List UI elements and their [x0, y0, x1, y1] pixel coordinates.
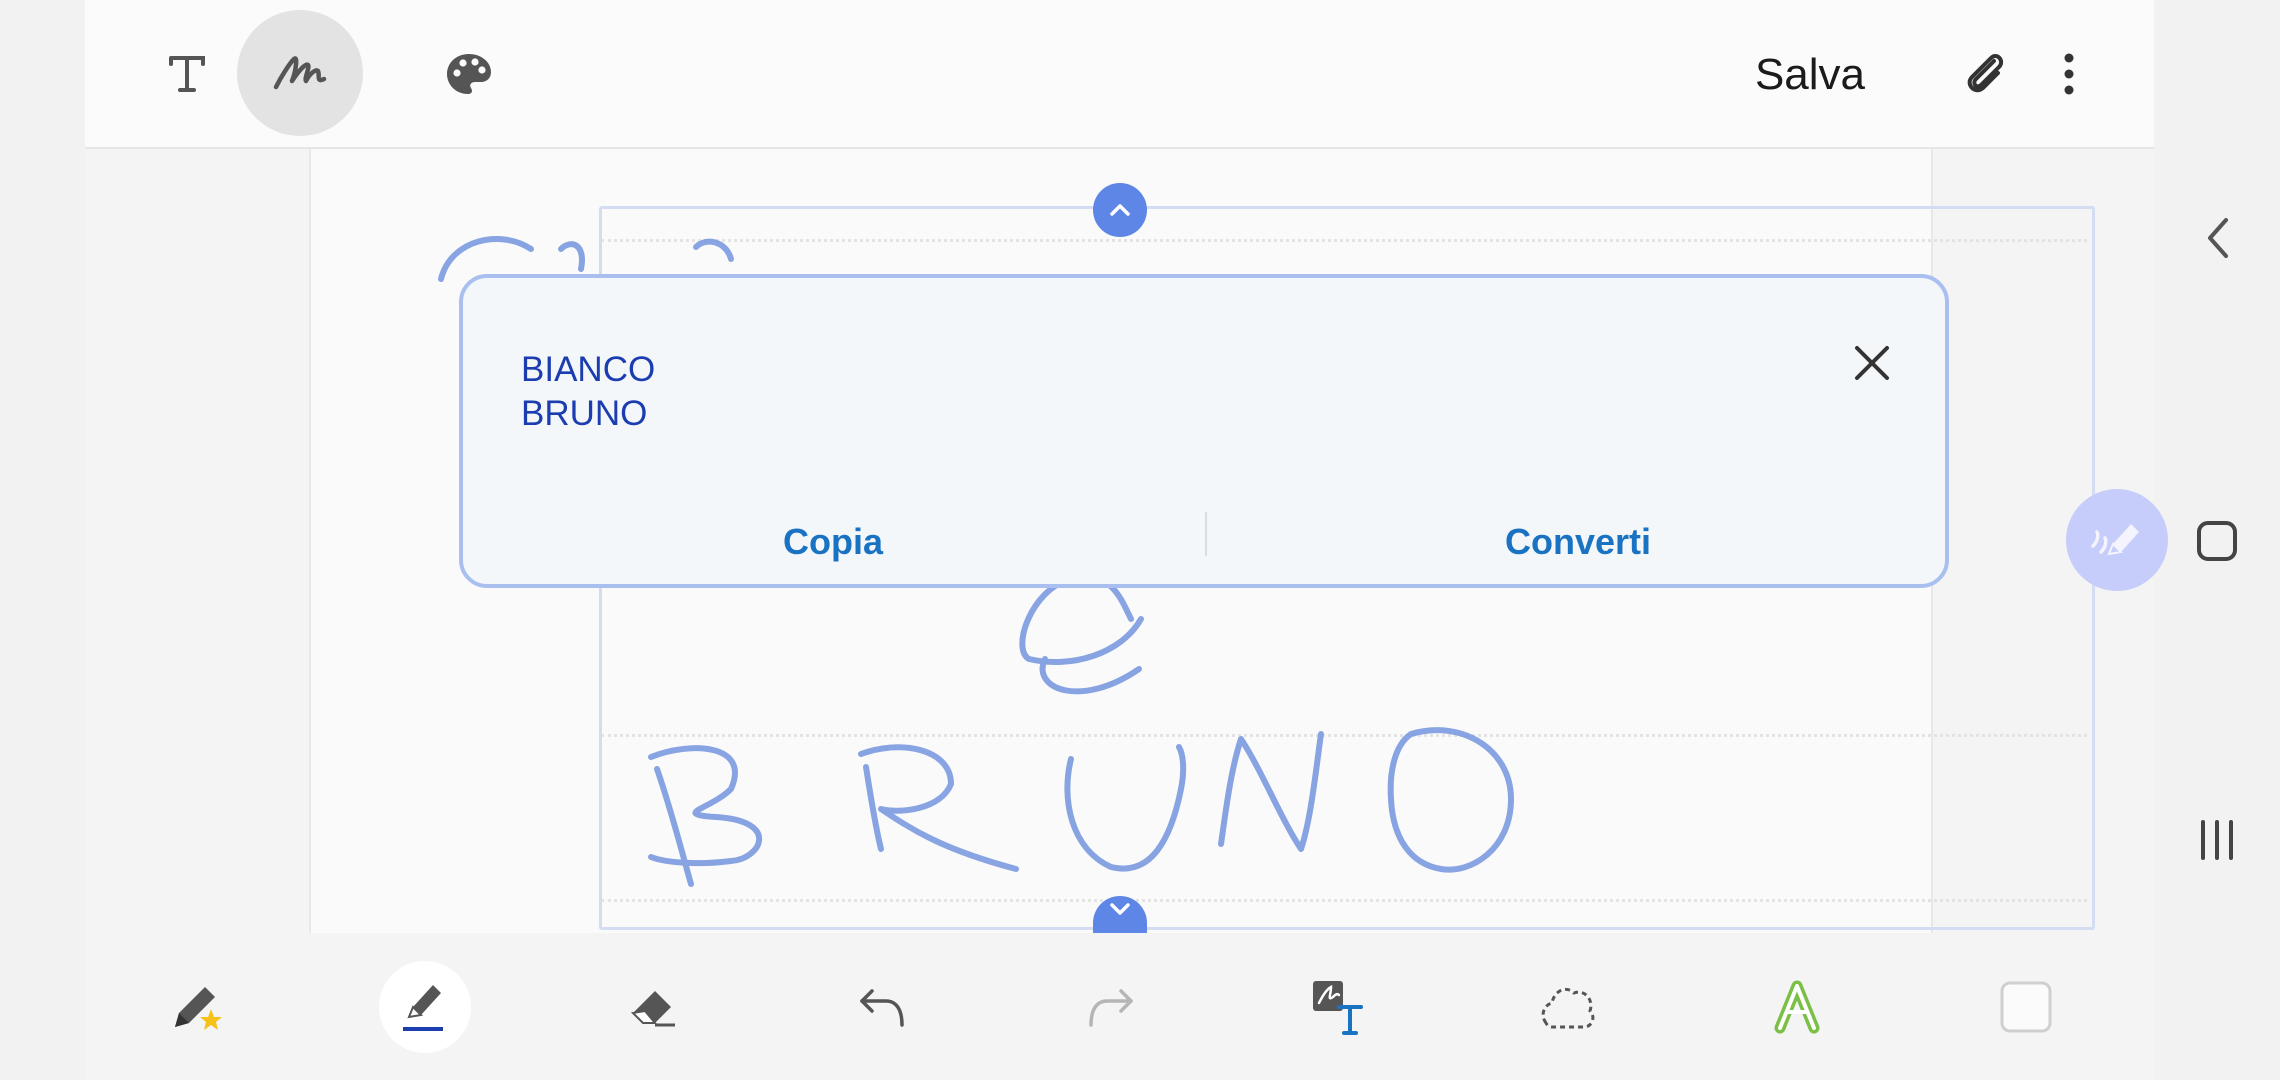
- redo-button[interactable]: [1065, 961, 1157, 1053]
- close-icon: [1855, 346, 1889, 380]
- text-icon: [169, 56, 205, 92]
- color-swatch-icon: [2000, 981, 2052, 1033]
- handwriting-icon: [273, 56, 327, 90]
- eraser-button[interactable]: [607, 961, 699, 1053]
- text-style-icon: [1774, 980, 1820, 1034]
- attach-button[interactable]: [1941, 30, 2029, 118]
- favorite-pen-icon: [175, 987, 222, 1030]
- pen-edit-icon: [2091, 524, 2139, 556]
- recognized-line: BRUNO: [521, 394, 648, 433]
- recognized-text: BIANCO BRUNO: [521, 348, 655, 436]
- eraser-icon: [630, 991, 675, 1027]
- top-toolbar: Salva: [85, 0, 2154, 149]
- favorite-pen-button[interactable]: [151, 961, 243, 1053]
- undo-button[interactable]: [836, 961, 928, 1053]
- redo-icon: [1089, 989, 1133, 1027]
- s-pen-floating-button[interactable]: [2066, 489, 2168, 591]
- handwriting-to-text-button[interactable]: [1293, 961, 1385, 1053]
- divider: [1205, 512, 1207, 556]
- copy-button[interactable]: Copia: [463, 508, 1203, 576]
- home-square-icon: [2197, 521, 2237, 561]
- convert-button[interactable]: Converti: [1208, 508, 1948, 576]
- pen-icon: [403, 985, 443, 1031]
- recognized-line: BIANCO: [521, 350, 656, 389]
- lasso-button[interactable]: [1522, 961, 1614, 1053]
- handwriting-mode-button[interactable]: [237, 10, 363, 136]
- more-options-button[interactable]: [2025, 30, 2113, 118]
- palette-button[interactable]: [425, 30, 513, 118]
- recents-button[interactable]: [2192, 815, 2242, 865]
- text-mode-button[interactable]: [143, 30, 231, 118]
- notes-app: Salva BIANCO BRUNO Copia Converti: [85, 0, 2154, 1080]
- palette-icon: [447, 54, 491, 94]
- close-popup-button[interactable]: [1847, 338, 1897, 388]
- color-swatch-button[interactable]: [1980, 961, 2072, 1053]
- chevron-left-icon: [2208, 218, 2228, 258]
- paperclip-icon: [1967, 54, 2004, 93]
- expand-up-handle[interactable]: [1093, 183, 1147, 237]
- recents-icon: [2201, 820, 2233, 860]
- chevron-up-icon: [1110, 204, 1130, 216]
- pen-button[interactable]: [379, 961, 471, 1053]
- save-button[interactable]: Salva: [1745, 40, 1875, 110]
- home-button[interactable]: [2192, 516, 2242, 566]
- handwriting-to-text-icon: [1313, 981, 1363, 1035]
- handwriting-recognition-popup: BIANCO BRUNO Copia Converti: [459, 274, 1949, 588]
- undo-icon: [860, 989, 904, 1027]
- more-vertical-icon: [2064, 53, 2074, 95]
- bottom-toolbar: [85, 933, 2154, 1080]
- text-style-button[interactable]: [1751, 961, 1843, 1053]
- lasso-icon: [1541, 987, 1595, 1029]
- chevron-down-icon: [1110, 903, 1130, 915]
- back-button[interactable]: [2190, 205, 2246, 271]
